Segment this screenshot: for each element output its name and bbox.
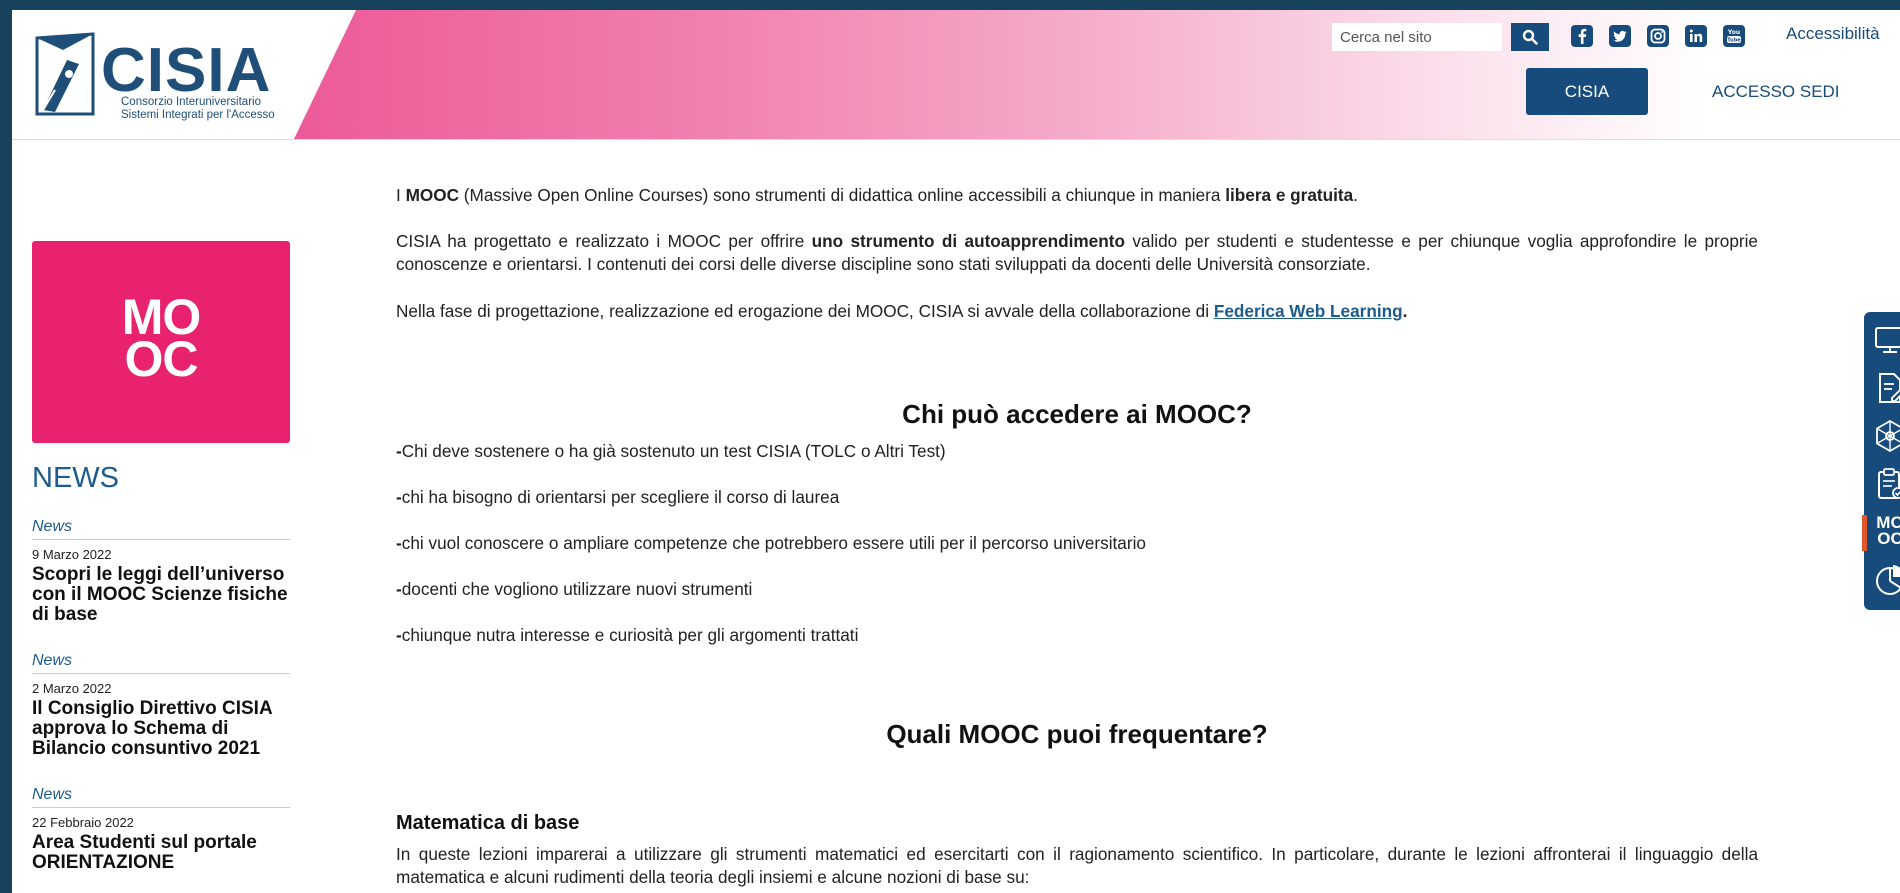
cisia-logo[interactable]: CISIA Consorzio Interuniversitario Siste… — [33, 30, 283, 121]
list-item-text: chi vuol conoscere o ampliare competenze… — [401, 533, 1146, 553]
page: CISIA Consorzio Interuniversitario Siste… — [12, 10, 1900, 893]
clipboard-check-icon[interactable] — [1872, 466, 1900, 502]
svg-text:You: You — [1727, 29, 1740, 36]
accessibility-link[interactable]: Accessibilità — [1786, 24, 1880, 44]
news-title-link[interactable]: Scopri le leggi dell’universo con il MOO… — [32, 565, 290, 625]
news-date: 2 Marzo 2022 — [32, 681, 112, 696]
list-item: -Chi deve sostenere o ha già sostenuto u… — [396, 441, 946, 462]
nav-accesso-sedi-link[interactable]: ACCESSO SEDI — [1712, 82, 1840, 102]
text-bold: . — [1402, 301, 1408, 321]
news-category[interactable]: News — [32, 518, 290, 540]
list-item: -chi ha bisogno di orientarsi per scegli… — [396, 487, 839, 508]
pie-chart-icon[interactable] — [1872, 562, 1900, 598]
twitter-icon[interactable] — [1608, 24, 1632, 48]
document-edit-icon[interactable] — [1872, 370, 1900, 406]
network-icon[interactable] — [1872, 418, 1900, 454]
list-item-text: chiunque nutra interesse e curiosità per… — [401, 625, 859, 645]
search-button[interactable] — [1511, 23, 1549, 51]
list-item-text: Chi deve sostenere o ha già sostenuto un… — [401, 441, 946, 461]
description-paragraph: CISIA ha progettato e realizzato i MOOC … — [396, 230, 1758, 276]
section-heading-chi: Chi può accedere ai MOOC? — [902, 399, 1252, 429]
text-bold: libera e gratuita — [1225, 185, 1354, 205]
news-item: News 2 Marzo 2022 Il Consiglio Direttivo… — [32, 652, 290, 759]
facebook-icon[interactable] — [1570, 24, 1594, 48]
intro-paragraph: I MOOC (Massive Open Online Courses) son… — [396, 184, 1758, 207]
federica-web-learning-link[interactable]: Federica Web Learning — [1214, 301, 1403, 321]
news-category[interactable]: News — [32, 786, 290, 808]
news-title-link[interactable]: Il Consiglio Direttivo CISIA approva lo … — [32, 699, 290, 759]
text: CISIA ha progettato e realizzato i MOOC … — [396, 231, 812, 251]
mooc-icon[interactable]: MO OC — [1872, 514, 1900, 551]
news-heading: NEWS — [32, 462, 119, 494]
mooc-tile-line: OC — [124, 331, 199, 387]
news-date: 9 Marzo 2022 — [32, 547, 112, 562]
header: CISIA Consorzio Interuniversitario Siste… — [12, 10, 1900, 140]
monitor-icon[interactable] — [1872, 322, 1900, 358]
news-item: News 22 Febbraio 2022 Area Studenti sul … — [32, 786, 290, 873]
search-input[interactable] — [1332, 23, 1502, 51]
course-description: In queste lezioni imparerai a utilizzare… — [396, 844, 1758, 887]
section-heading-quali: Quali MOOC puoi frequentare? — [886, 719, 1268, 749]
list-item-text: docenti che vogliono utilizzare nuovi st… — [401, 579, 753, 599]
text: I — [396, 185, 406, 205]
youtube-icon[interactable]: You Tube — [1722, 24, 1746, 48]
side-menu-active-indicator — [1862, 515, 1867, 551]
news-date: 22 Febbraio 2022 — [32, 815, 134, 830]
text: (Massive Open Online Courses) sono strum… — [459, 185, 1226, 205]
news-title-link[interactable]: Area Studenti sul portale ORIENTAZIONE — [32, 833, 290, 873]
list-item-text: chi ha bisogno di orientarsi per sceglie… — [401, 487, 840, 507]
text-bold: uno strumento di autoapprendimento — [811, 231, 1125, 251]
list-item: -chi vuol conoscere o ampliare competenz… — [396, 533, 1146, 554]
list-item: -docenti che vogliono utilizzare nuovi s… — [396, 579, 752, 600]
logo-subtitle: Sistemi Integrati per l'Accesso — [121, 109, 275, 121]
news-category[interactable]: News — [32, 652, 290, 674]
search-icon — [1522, 29, 1538, 45]
collaboration-paragraph: Nella fase di progettazione, realizzazio… — [396, 300, 1758, 323]
nav-cisia-button[interactable]: CISIA — [1526, 68, 1648, 115]
text-bold: MOOC — [405, 185, 460, 205]
side-quick-menu: MO OC — [1864, 312, 1900, 610]
svg-text:Tube: Tube — [1727, 38, 1741, 44]
logo-text: CISIA — [101, 36, 272, 105]
text: . — [1353, 185, 1358, 205]
mooc-icon-text: OC — [1877, 529, 1900, 548]
linkedin-icon[interactable] — [1684, 24, 1708, 48]
list-item: -chiunque nutra interesse e curiosità pe… — [396, 625, 858, 646]
logo-subtitle: Consorzio Interuniversitario — [121, 96, 261, 108]
pen-nib-logo-icon — [35, 32, 95, 116]
news-item: News 9 Marzo 2022 Scopri le leggi dell’u… — [32, 518, 290, 625]
mooc-tile-text: MO OC — [32, 292, 290, 387]
instagram-icon[interactable] — [1646, 24, 1670, 48]
text: Nella fase di progettazione, realizzazio… — [396, 301, 1214, 321]
course-heading-matematica: Matematica di base — [396, 812, 580, 834]
mooc-tile[interactable]: MO OC — [32, 241, 290, 443]
